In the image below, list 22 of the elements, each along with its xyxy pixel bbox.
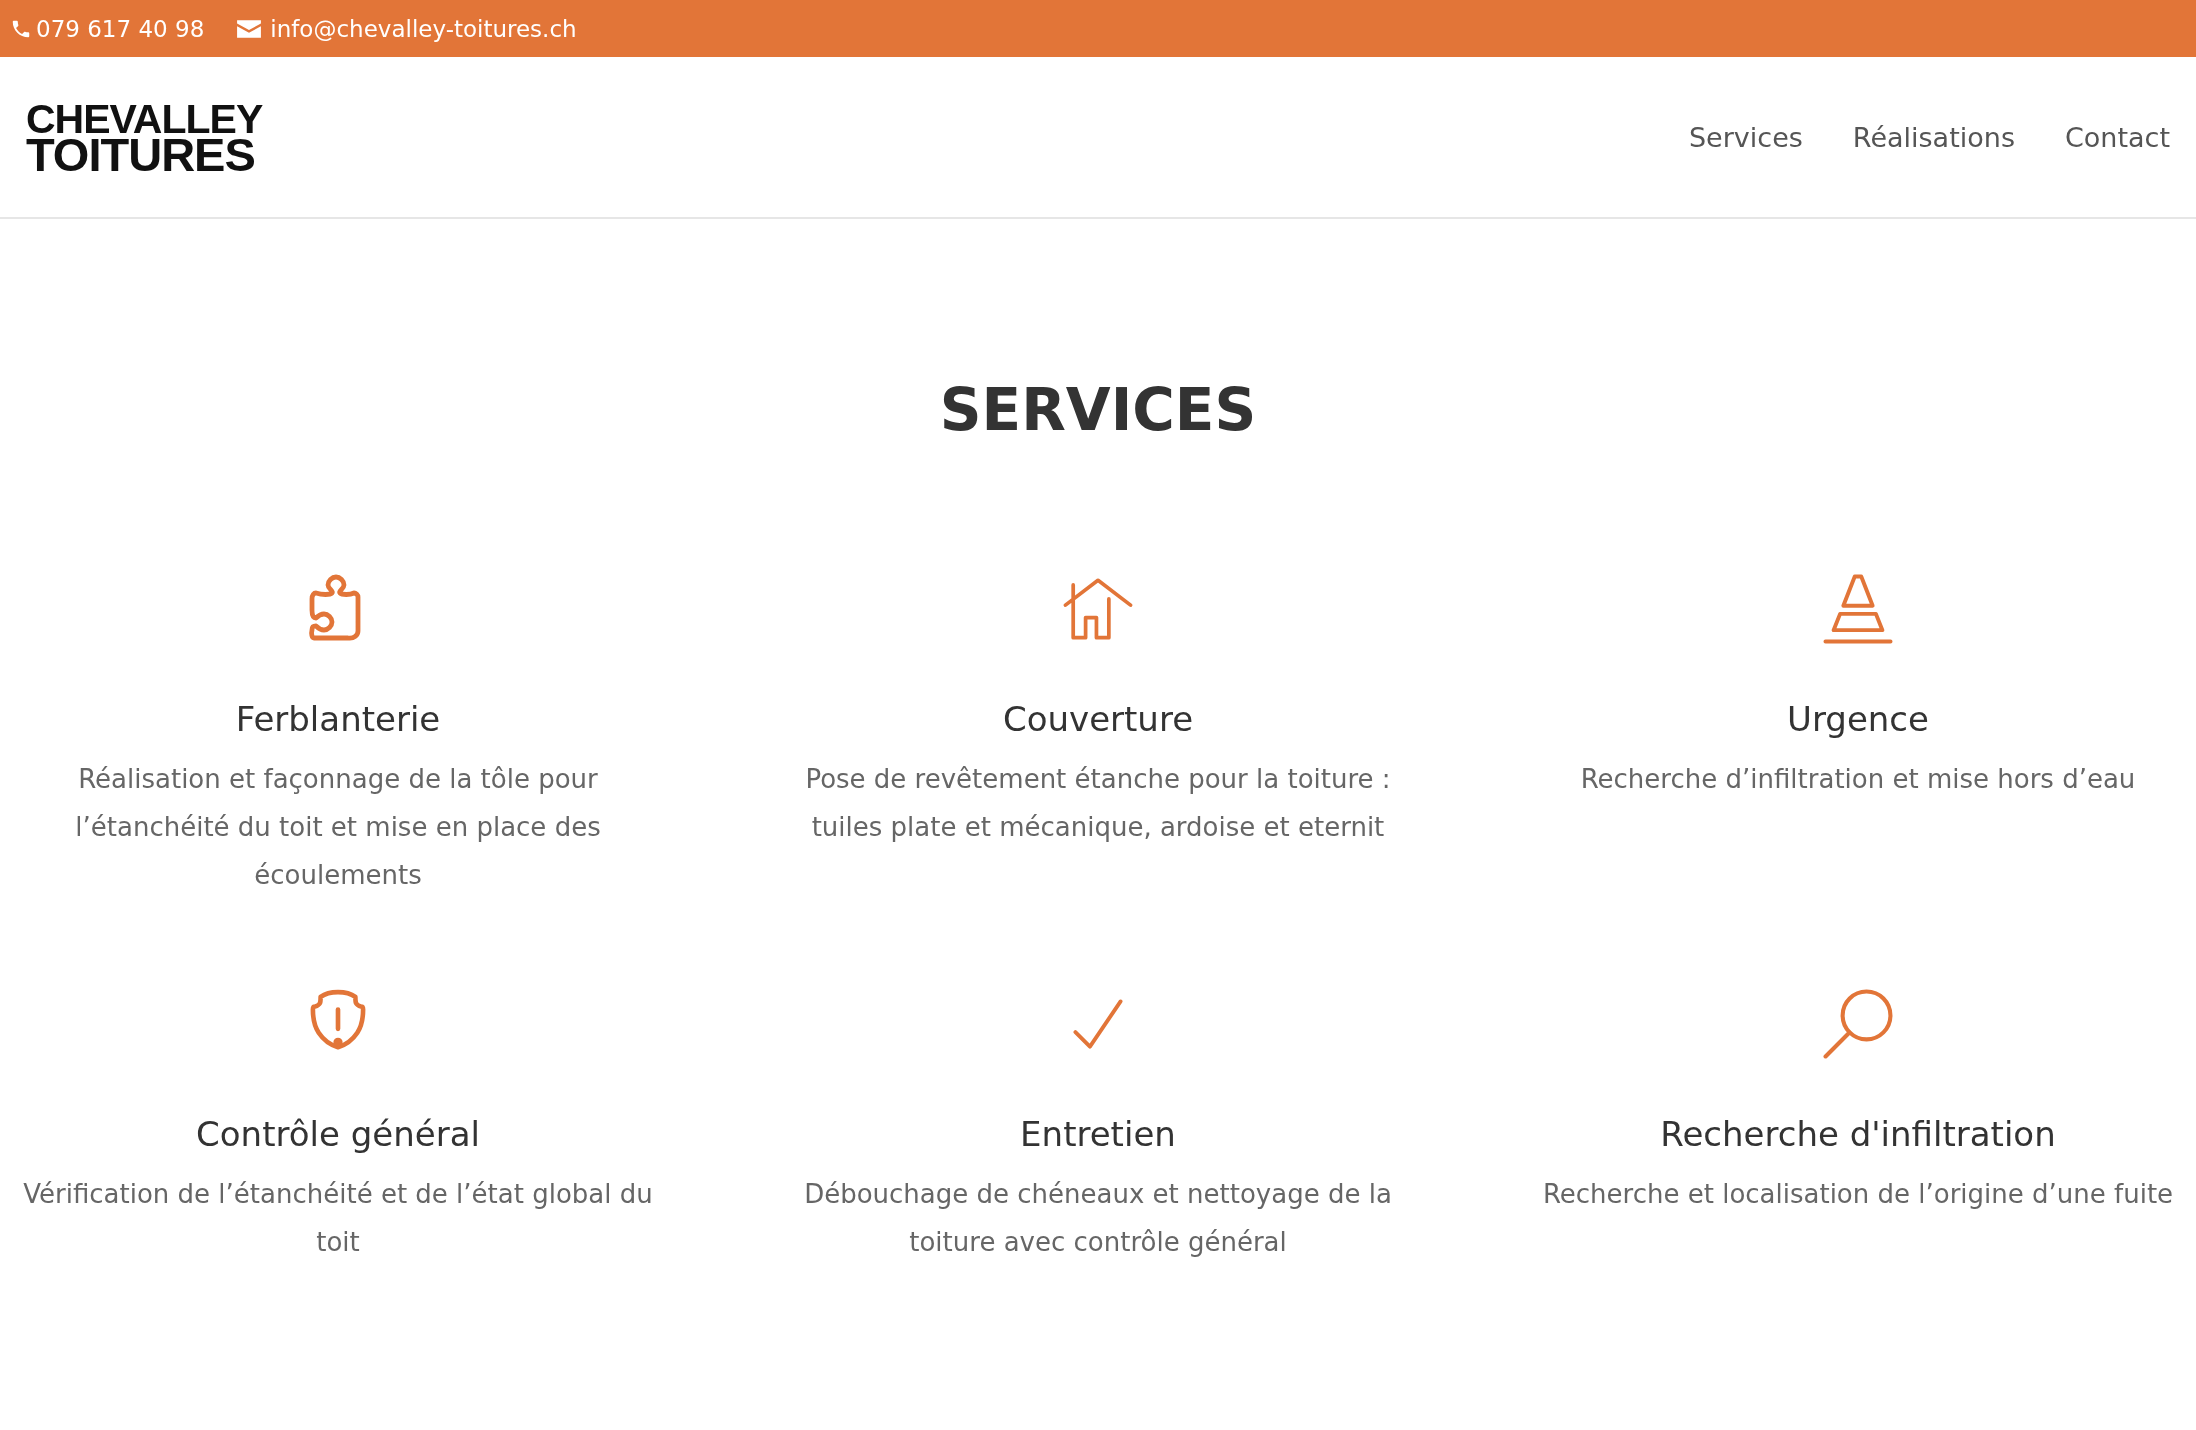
envelope-icon — [236, 18, 263, 39]
traffic-cone-icon — [1823, 574, 1893, 644]
section-title: SERVICES — [939, 381, 1257, 439]
search-icon — [1823, 989, 1893, 1059]
nav-link[interactable]: Contact — [2064, 121, 2170, 153]
service-description: Recherche et localisation de l’origine d’une fuite — [1542, 1178, 2174, 1212]
service-description: Réalisation et façonnage de la tôle pour l’étanchéité du toit et mise en place des écoulements — [74, 763, 602, 893]
checkmark-icon — [1073, 999, 1123, 1049]
service-description: Vérification de l’étanchéité et de l’état global du toit — [22, 1178, 654, 1260]
service-title: Entretien — [1020, 1113, 1176, 1156]
nav-link[interactable]: Services — [1689, 121, 1803, 153]
service-title: Contrôle général — [196, 1113, 480, 1156]
service-description: Débouchage de chéneaux et nettoyage de la toiture avec contrôle général — [803, 1178, 1393, 1260]
service-title: Recherche d'infiltration — [1660, 1113, 2056, 1156]
company-logo[interactable]: CHEVALLEY TOITURES — [26, 101, 263, 173]
service-description: Recherche d’infiltration et mise hors d’eau — [1580, 763, 2136, 797]
service-title: Ferblanterie — [235, 698, 441, 741]
service-title: Couverture — [1002, 698, 1194, 741]
nav-link[interactable]: Réalisations — [1852, 121, 2015, 153]
service-description: Pose de revêtement étanche pour la toiture : tuiles plate et mécanique, ardoise et eternit — [804, 763, 1392, 845]
service-title: Urgence — [1787, 698, 1929, 741]
house-icon — [1063, 578, 1133, 640]
